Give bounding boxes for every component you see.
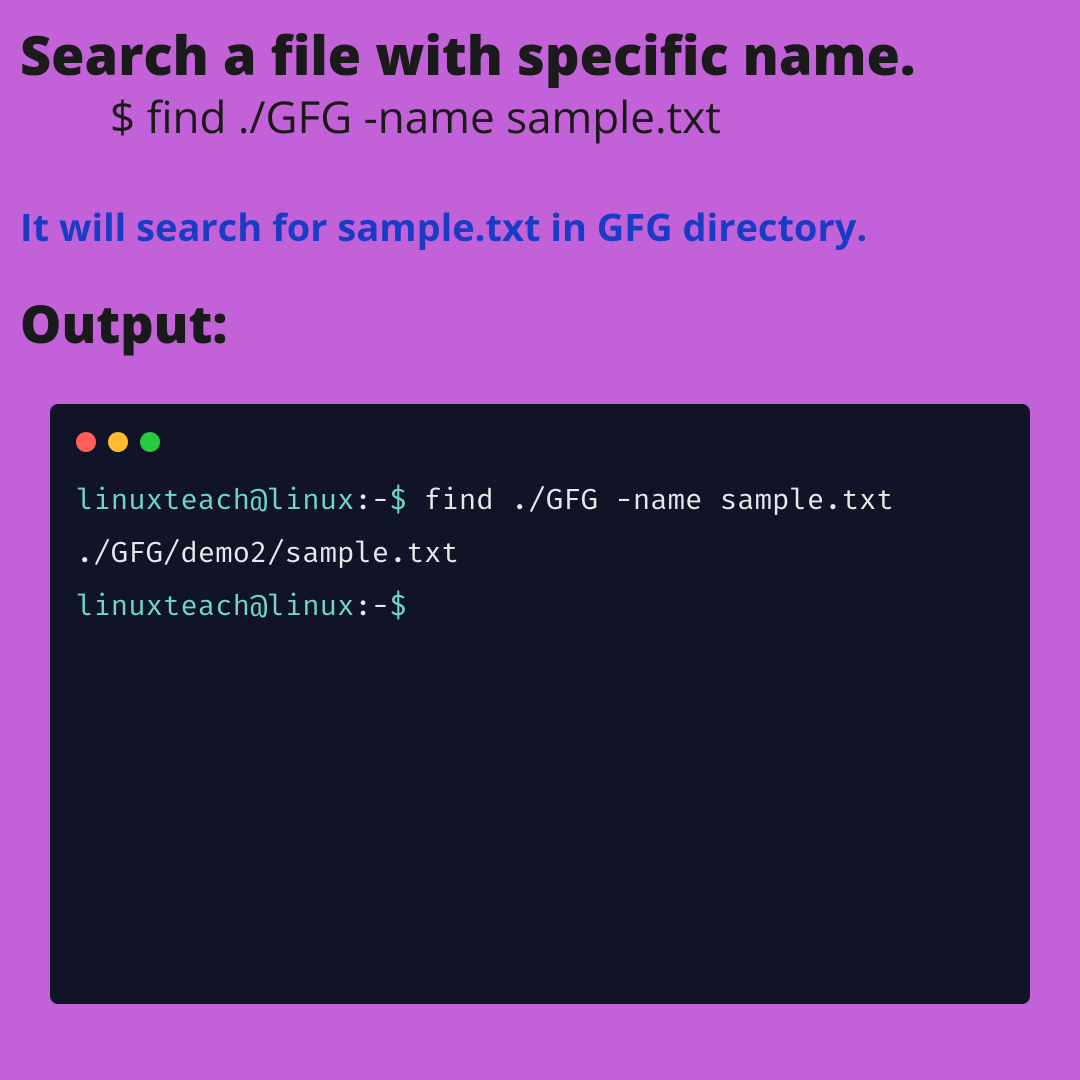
command-text: find ./GFG -name sample.txt <box>407 482 894 517</box>
close-icon <box>76 432 96 452</box>
output-heading: Output: <box>20 288 1060 359</box>
terminal-line: linuxteach@linux:-$ find ./GFG -name sam… <box>76 482 1004 517</box>
example-command: $ find ./GFG -name sample.txt <box>110 86 1060 146</box>
prompt-dollar: $ <box>389 482 406 517</box>
tutorial-card: Search a file with specific name. $ find… <box>0 0 1080 1004</box>
terminal-line: linuxteach@linux:-$ <box>76 588 1004 623</box>
maximize-icon <box>140 432 160 452</box>
section-title: Search a file with specific name. <box>20 25 1060 84</box>
prompt-user: linuxteach@linux <box>76 588 354 623</box>
minimize-icon <box>108 432 128 452</box>
prompt-user: linuxteach@linux <box>76 482 354 517</box>
prompt-separator: :- <box>354 588 389 623</box>
terminal-line: ./GFG/demo2/sample.txt <box>76 535 1004 570</box>
window-controls <box>76 432 1004 452</box>
command-description: It will search for sample.txt in GFG dir… <box>20 201 1060 253</box>
command-output: ./GFG/demo2/sample.txt <box>76 535 459 570</box>
prompt-separator: :- <box>354 482 389 517</box>
prompt-dollar: $ <box>389 588 406 623</box>
terminal-window: linuxteach@linux:-$ find ./GFG -name sam… <box>50 404 1030 1004</box>
